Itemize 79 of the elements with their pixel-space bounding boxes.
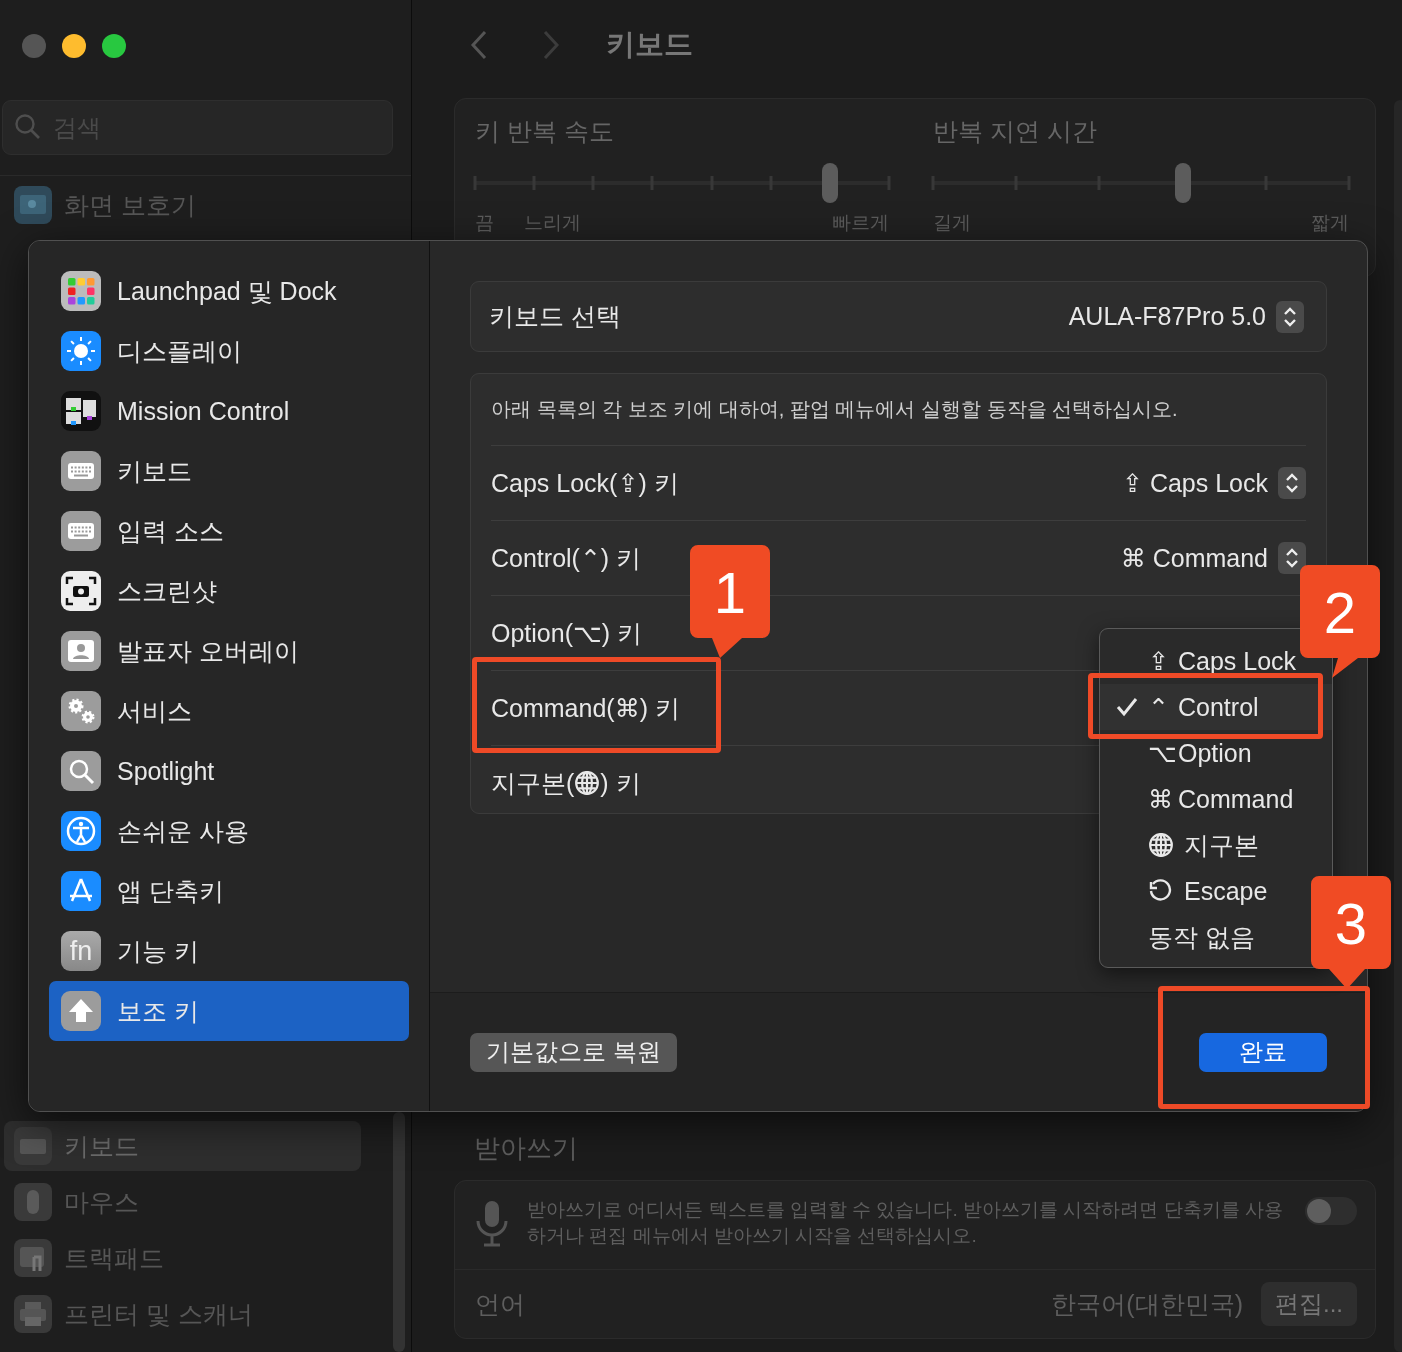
dictation-description: 받아쓰기로 어디서든 텍스트를 입력할 수 있습니다. 받아쓰기를 시작하려면 단축키를 사용하거나 편집 메뉴에서 받아쓰기 시작을 선택하십시오. [527, 1198, 1284, 1248]
checkmark-icon [1116, 697, 1138, 717]
person-card-icon [61, 631, 101, 671]
menu-item[interactable]: ⌃ Control [1100, 684, 1332, 730]
trackpad-icon [14, 1239, 52, 1277]
sidebar-item[interactable]: Mission Control [49, 381, 409, 441]
slider-thumb[interactable] [1174, 163, 1191, 203]
callout-badge: 1 [690, 545, 770, 658]
printer-icon [14, 1295, 52, 1333]
slider[interactable] [933, 162, 1349, 204]
done-button[interactable]: 완료 [1199, 1032, 1327, 1072]
forward-icon[interactable] [542, 30, 560, 60]
slider-title: 반복 지연 시간 [933, 116, 1098, 147]
instruction-text: 아래 목록의 각 보조 키에 대하여, 팝업 메뉴에서 실행할 동작을 선택하십시오. [491, 374, 1306, 446]
sidebar-item[interactable]: fn 기능 키 [49, 921, 409, 981]
slider-label: 빠르게 [832, 211, 889, 235]
popup-button[interactable]: ⇪ Caps Lock [1122, 467, 1306, 499]
search-icon [61, 751, 101, 791]
chevron-updown-icon [1276, 300, 1304, 333]
restore-defaults-button[interactable]: 기본값으로 복원 [470, 1032, 677, 1072]
sidebar-item[interactable]: 디스플레이 [49, 321, 409, 381]
screen-icon [14, 186, 52, 224]
chevron-updown-icon [1278, 467, 1306, 499]
fn-key-icon: fn [61, 931, 101, 971]
row-label: Control(⌃) 키 [491, 542, 642, 574]
page-title: 키보드 [606, 27, 693, 62]
callout-badge: 2 [1300, 565, 1380, 678]
close-button[interactable] [22, 34, 46, 58]
globe-icon [1148, 832, 1174, 858]
sidebar-item[interactable]: 입력 소스 [49, 501, 409, 561]
sidebar-item[interactable]: 스크린샷 [49, 561, 409, 621]
menu-item[interactable]: ⌥Option [1100, 730, 1332, 776]
sidebar-item[interactable]: 손쉬운 사용 [49, 801, 409, 861]
setting-label: 키보드 선택 [489, 301, 621, 332]
app-grid-icon [61, 271, 101, 311]
slider-label: 짧게 [1311, 211, 1349, 235]
row-label: Caps Lock(⇪) 키 [491, 467, 679, 499]
globe-icon [574, 769, 601, 796]
mouse-icon [14, 1183, 52, 1221]
circular-arrow-icon [1148, 879, 1172, 903]
popup-button[interactable]: AULA-F87Pro 5.0 [1068, 300, 1304, 333]
zoom-button[interactable] [102, 34, 126, 58]
slider-label: 끔 [475, 211, 494, 235]
sidebar-item[interactable]: Spotlight [49, 741, 409, 801]
keyboard-icon [61, 451, 101, 491]
accessibility-icon [61, 811, 101, 851]
sidebar-item[interactable]: 키보드 [49, 441, 409, 501]
microphone-icon [475, 1199, 509, 1247]
gear-icon [61, 691, 101, 731]
tools-icon [61, 871, 101, 911]
toggle-switch[interactable] [1305, 1197, 1357, 1225]
slider[interactable] [475, 162, 889, 204]
back-icon[interactable] [470, 30, 488, 60]
sidebar-item[interactable]: 발표자 오버레이 [49, 621, 409, 681]
slider-label: 길게 [933, 211, 971, 235]
slider-label: 느리게 [524, 211, 581, 235]
row-label: 지구본( ) 키 [491, 767, 641, 799]
slider-thumb[interactable] [821, 163, 838, 203]
scrollbar[interactable] [393, 1112, 405, 1352]
slider-title: 키 반복 속도 [475, 116, 615, 147]
sidebar-item[interactable]: Launchpad 및 Dock [49, 261, 409, 321]
row-label: Command(⌘) 키 [491, 692, 680, 724]
menu-item[interactable]: 지구본 [1100, 822, 1332, 868]
sun-icon [61, 331, 101, 371]
sidebar-item[interactable]: 앱 단축키 [49, 861, 409, 921]
keyboard-icon [14, 1127, 52, 1165]
menu-item[interactable]: ⌘ Command [1100, 776, 1332, 822]
row-label: Option(⌥) 키 [491, 617, 643, 649]
setting-label: 언어 [475, 1288, 525, 1320]
section-title: 받아쓰기 [473, 1131, 579, 1165]
windows-icon [61, 391, 101, 431]
setting-value: 한국어(대한민국) [1051, 1288, 1243, 1320]
keyboard-icon [61, 511, 101, 551]
camera-icon [61, 571, 101, 611]
chevron-updown-icon [1278, 542, 1306, 574]
sidebar-item[interactable]: 서비스 [49, 681, 409, 741]
minimize-button[interactable] [62, 34, 86, 58]
sidebar-item[interactable]: 보조 키 [49, 981, 409, 1041]
callout-badge: 3 [1311, 876, 1391, 989]
